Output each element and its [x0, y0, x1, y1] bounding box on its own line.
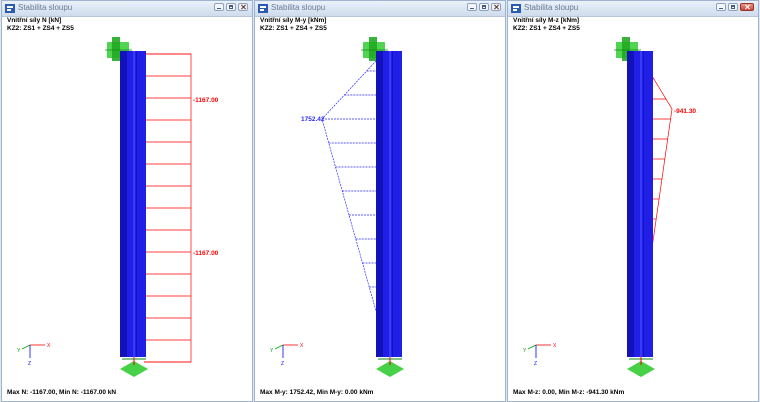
result-window-my: Stabilita sloupu Vnitřní síly M-y [kNm] …: [254, 0, 506, 402]
status-summary: Max M-z: 0.00, Min M-z: -941.30 kNm: [513, 389, 625, 396]
bottom-support-icon: [627, 357, 655, 377]
bottom-support-icon: [376, 357, 404, 377]
status-summary: Max M-y: 1752.42, Min M-y: 0.00 kNm: [260, 389, 374, 396]
x-axis-label: X: [553, 343, 557, 349]
x-axis-label: X: [300, 343, 304, 349]
axis-triad-icon: X Y Z: [17, 343, 51, 367]
model-view[interactable]: -941.30 X Y Z: [508, 1, 758, 401]
value-label: -1167.00: [193, 97, 219, 104]
model-view[interactable]: -1167.00 -1167.00 X Y Z: [2, 1, 252, 401]
status-summary: Max N: -1167.00, Min N: -1167.00 kN: [7, 389, 117, 396]
column: [120, 51, 146, 357]
column: [627, 51, 653, 357]
value-label: 1752.42: [301, 116, 325, 123]
value-label: -941.30: [674, 108, 696, 115]
y-axis-label: Y: [17, 348, 21, 354]
z-axis-label: Z: [534, 361, 537, 367]
z-axis-label: Z: [28, 361, 31, 367]
bottom-support-icon: [120, 357, 148, 377]
model-view[interactable]: 1752.42 X Y Z: [255, 1, 505, 401]
result-window-n: Stabilita sloupu Vnitřní síly N [kN] KZ2…: [1, 0, 253, 402]
y-axis-label: Y: [523, 348, 527, 354]
x-axis-label: X: [47, 343, 51, 349]
axis-triad-icon: X Y Z: [270, 343, 304, 367]
z-axis-label: Z: [281, 361, 284, 367]
axis-triad-icon: X Y Z: [523, 343, 557, 367]
axial-force-diagram: [144, 53, 192, 363]
column: [376, 51, 402, 357]
y-axis-label: Y: [270, 348, 274, 354]
bending-moment-y-diagram: [321, 60, 377, 312]
value-label: -1167.00: [193, 250, 219, 257]
result-window-mz: Stabilita sloupu Vnitřní síly M-z [kNm] …: [507, 0, 759, 402]
